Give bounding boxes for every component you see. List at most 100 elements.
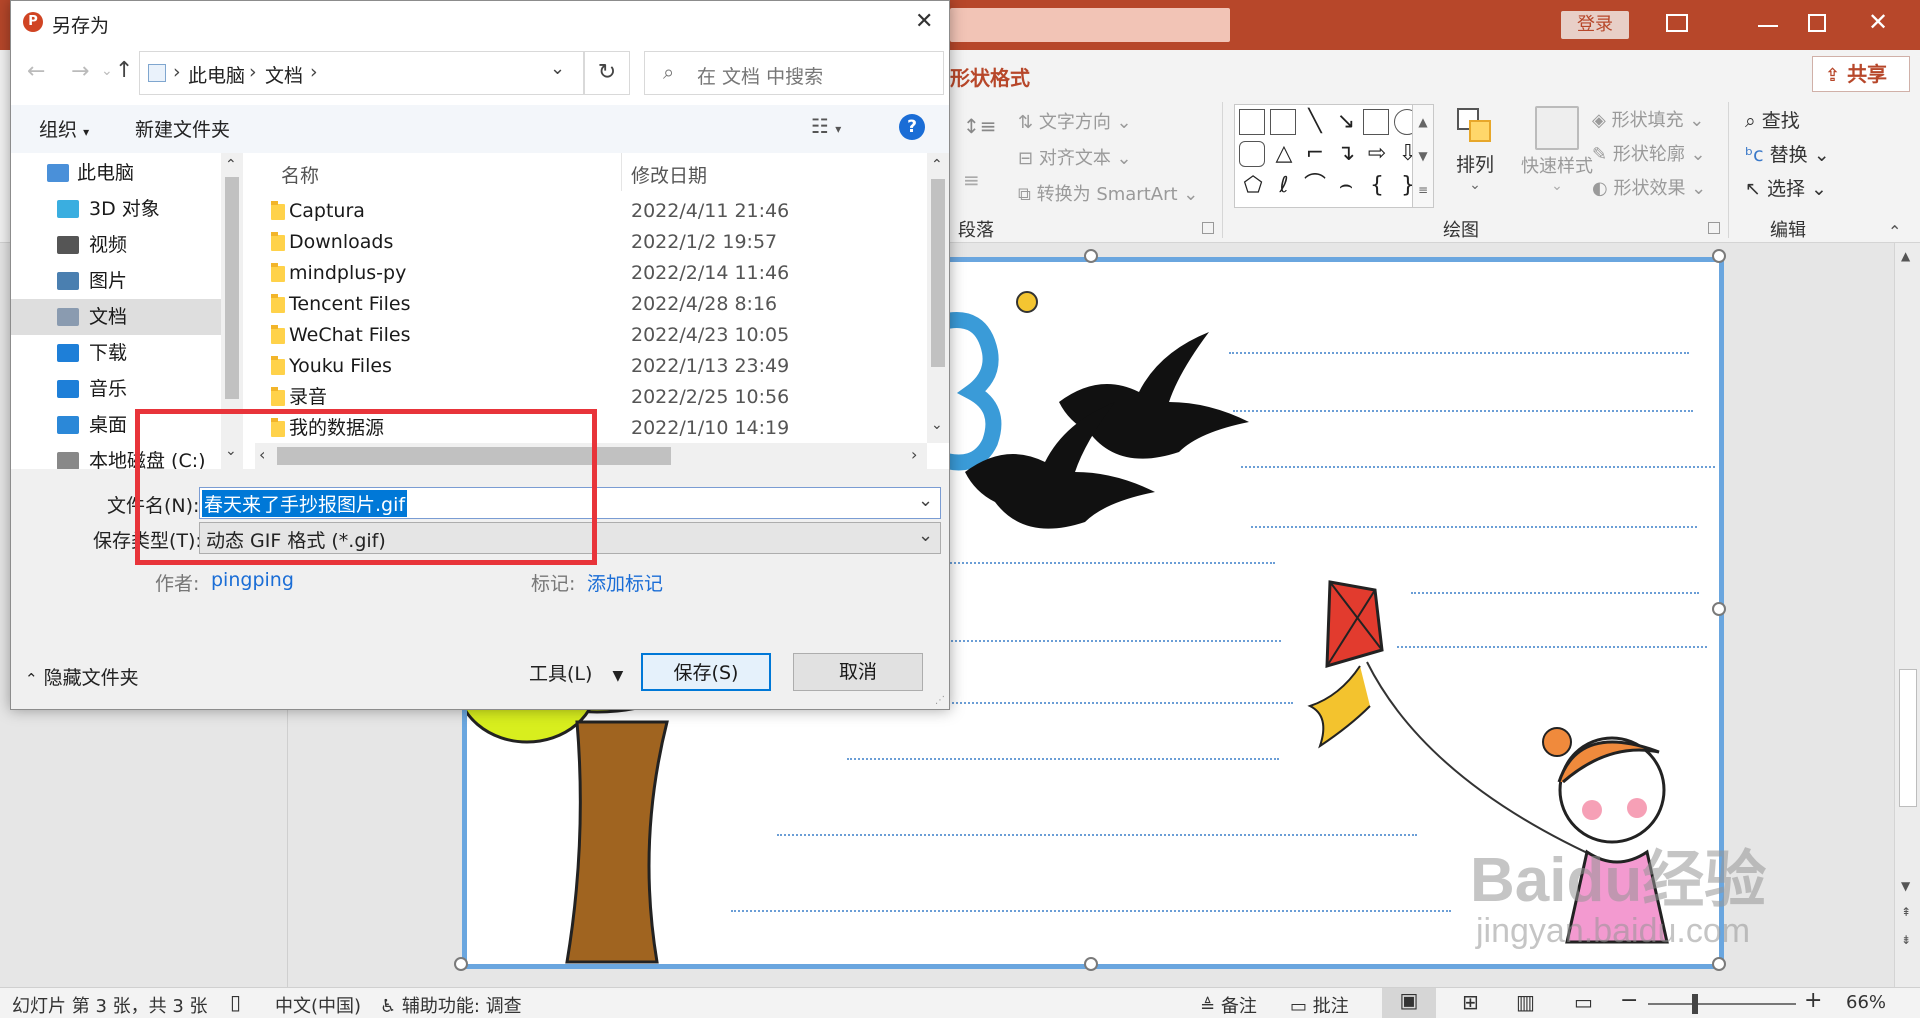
column-header-name[interactable]: 名称 [281,161,319,188]
minimize-icon[interactable] [1758,25,1778,27]
next-slide-icon[interactable]: ⇟ [1901,933,1911,947]
search-input[interactable]: 在 文档 中搜索 [697,62,823,89]
view-options-icon[interactable]: ☷ ▾ [811,114,841,138]
scroll-up-icon[interactable]: ⌃ [225,157,237,173]
rounded-rect-shape-icon[interactable] [1239,141,1265,167]
arc-shape-icon[interactable]: ⌢ [1332,173,1360,199]
resize-handle[interactable] [454,957,468,971]
scroll-up-icon[interactable]: ▲ [1901,249,1910,263]
align-text-button[interactable]: ⊟ 对齐文本 ⌄ [1018,144,1132,170]
author-value[interactable]: pingping [211,569,294,591]
resize-handle[interactable] [1084,957,1098,971]
select-button[interactable]: ↖ 选择 ⌄ [1745,174,1827,201]
hide-folders-button[interactable]: ⌃ 隐藏文件夹 [25,663,139,690]
back-arrow-icon[interactable]: ← [27,59,45,84]
column-header-date[interactable]: 修改日期 [631,161,707,188]
textbox-shape-icon[interactable] [1239,109,1265,135]
address-dropdown-icon[interactable]: ⌄ [550,58,565,79]
gallery-scroll[interactable]: ▲ ▼ ≡ [1412,104,1434,208]
file-row[interactable]: Captura 2022/4/11 21:46 [255,196,925,227]
prev-slide-icon[interactable]: ⇞ [1901,905,1911,919]
normal-view-button[interactable]: ▣ [1382,988,1436,1018]
filetype-dropdown-icon[interactable]: ⌄ [918,525,933,546]
resize-grip-icon[interactable]: ⋰ [935,695,945,706]
file-list-vscrollbar[interactable]: ⌃ ⌄ [927,153,949,443]
nav-scroll-thumb[interactable] [225,177,239,399]
comments-button[interactable]: ▭ 批注 [1290,992,1349,1018]
replace-button[interactable]: ᵇc 替换 ⌄ [1745,140,1830,167]
organize-button[interactable]: 组织 ▾ [39,115,89,142]
file-row[interactable]: Youku Files 2022/1/13 23:49 [255,351,925,382]
zoom-slider-thumb[interactable] [1692,994,1698,1014]
up-arrow-icon[interactable]: ↑ [115,58,133,83]
file-row[interactable]: WeChat Files 2022/4/23 10:05 [255,320,925,351]
help-icon[interactable]: ? [899,114,925,140]
shapes-gallery[interactable]: ╲ ↘ △ ⌐ ↴ ⇨ ⇩ ⬠ ℓ ⌒ ⌢ { } [1234,104,1426,208]
quick-styles-button[interactable]: 快速样式 ⌄ [1512,106,1602,194]
breadcrumb-this-pc[interactable]: 此电脑 [188,61,245,88]
ribbon-display-icon[interactable] [1666,14,1688,32]
convert-smartart-button[interactable]: ⧉ 转换为 SmartArt ⌄ [1018,180,1198,206]
pentagon-shape-icon[interactable]: ⬠ [1239,173,1267,199]
login-button[interactable]: 登录 [1561,11,1629,39]
breadcrumb-documents[interactable]: 文档 [265,61,303,88]
scroll-thumb[interactable] [1899,669,1917,807]
slide-sorter-icon[interactable]: ⊞ [1462,990,1479,1014]
line-spacing-icon[interactable]: ↕≡ [963,114,997,138]
nav-item[interactable]: 文档 [11,299,221,335]
nav-item[interactable]: 3D 对象 [11,191,221,227]
zoom-out-icon[interactable]: − [1620,988,1638,1013]
editor-vertical-scrollbar[interactable]: ▲ ▼ ⇞ ⇟ [1894,243,1920,987]
address-bar[interactable]: › 此电脑 › 文档 › ⌄ [139,51,584,95]
restore-icon[interactable] [1808,14,1826,32]
nav-item[interactable]: 视频 [11,227,221,263]
shape-fill-button[interactable]: ◈ 形状填充 ⌄ [1592,106,1704,132]
nav-item[interactable]: 图片 [11,263,221,299]
reading-view-icon[interactable]: ▥ [1516,990,1535,1014]
nav-item[interactable]: 此电脑 [11,155,221,191]
scroll-down-icon[interactable]: ▼ [1901,879,1910,893]
triangle-shape-icon[interactable]: △ [1270,141,1298,167]
resize-handle[interactable] [1712,957,1726,971]
notes-button[interactable]: ≜ 备注 [1200,992,1257,1018]
accessibility-button[interactable]: ♿ 辅助功能: 调查 [380,992,522,1018]
resize-handle[interactable] [1712,249,1726,263]
file-row[interactable]: Downloads 2022/1/2 19:57 [255,227,925,258]
rectangle-shape-icon[interactable] [1363,109,1389,135]
right-arrow-shape-icon[interactable]: ⇨ [1363,141,1391,167]
new-folder-button[interactable]: 新建文件夹 [135,115,230,142]
close-window-icon[interactable]: ✕ [1868,8,1888,36]
freeform-shape-icon[interactable]: ℓ [1270,173,1298,199]
zoom-level[interactable]: 66% [1846,992,1886,1013]
find-button[interactable]: ⌕ 查找 [1745,106,1800,133]
search-box[interactable]: ⌕ 在 文档 中搜索 [644,51,944,95]
scroll-down-icon[interactable]: ⌄ [931,417,943,433]
arrange-button[interactable]: 排列 ⌄ [1450,106,1500,193]
resize-handle[interactable] [1712,602,1726,616]
tags-value[interactable]: 添加标记 [587,569,663,596]
save-button[interactable]: 保存(S) [641,653,771,691]
nav-item[interactable]: 音乐 [11,371,221,407]
arrow-shape-icon[interactable]: ↘ [1332,109,1360,135]
spellcheck-icon[interactable]: ▯ [230,990,241,1014]
file-row[interactable]: Tencent Files 2022/4/28 8:16 [255,289,925,320]
tab-shape-format[interactable]: 形状格式 [950,62,1030,91]
scroll-right-icon[interactable]: › [911,445,917,464]
nav-item[interactable]: 下载 [11,335,221,371]
close-icon[interactable]: ✕ [915,9,933,34]
file-scroll-thumb[interactable] [931,179,945,367]
scroll-up-icon[interactable]: ⌃ [931,157,943,173]
file-row[interactable]: mindplus-py 2022/2/14 11:46 [255,258,925,289]
zoom-in-icon[interactable]: + [1804,988,1822,1013]
title-search-area[interactable] [950,8,1230,42]
collapse-ribbon-icon[interactable]: ⌃ [1888,222,1901,241]
slide-counter[interactable]: 幻灯片 第 3 张，共 3 张 [12,992,208,1018]
language-indicator[interactable]: 中文(中国) [275,992,361,1018]
shape-outline-button[interactable]: ✎ 形状轮廓 ⌄ [1592,140,1706,166]
history-dropdown-icon[interactable]: ⌄ [101,63,113,79]
curve-shape-icon[interactable]: ⌒ [1301,173,1329,199]
vertical-textbox-shape-icon[interactable] [1270,109,1296,135]
elbow-arrow-icon[interactable]: ↴ [1332,141,1360,167]
line-shape-icon[interactable]: ╲ [1301,109,1329,135]
brace-left-shape-icon[interactable]: { [1363,173,1391,199]
